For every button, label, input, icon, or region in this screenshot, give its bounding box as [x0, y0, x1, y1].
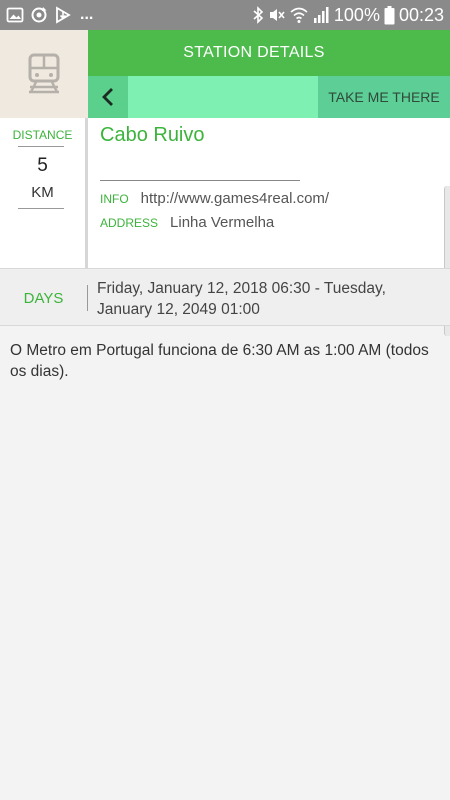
divider [18, 208, 64, 209]
chevron-left-icon [102, 88, 113, 106]
station-thumbnail [0, 30, 88, 118]
image-icon [6, 7, 24, 23]
mute-icon [269, 9, 285, 21]
notification-icons: ... [6, 6, 93, 24]
take-me-there-button[interactable]: TAKE ME THERE [318, 76, 450, 118]
train-icon [28, 53, 60, 94]
back-button[interactable] [88, 76, 128, 118]
address-label: ADDRESS [100, 216, 159, 230]
schedule-description: O Metro em Portugal funciona de 6:30 AM … [10, 342, 429, 380]
more-notifications: ... [80, 6, 94, 23]
status-bar: ... 100% 00:23 [0, 0, 450, 30]
distance-unit: KM [31, 184, 54, 201]
battery-icon [384, 5, 395, 24]
days-label: DAYS [23, 289, 64, 307]
nav-bar: TAKE ME THERE [88, 76, 450, 118]
address-row: ADDRESS Linha Vermelha [100, 214, 274, 231]
days-value: Friday, January 12, 2018 06:30 - Tuesday… [97, 280, 386, 318]
divider [18, 146, 64, 147]
clock: 00:23 [398, 4, 444, 25]
divider [100, 180, 300, 181]
page-title: STATION DETAILS [88, 30, 450, 76]
distance-panel: DISTANCE 5 KM [0, 118, 88, 268]
battery-percent: 100% [333, 4, 380, 25]
info-row: INFO http://www.games4real.com/ [100, 190, 329, 207]
signal-icon [313, 7, 329, 23]
info-label: INFO [100, 192, 129, 206]
bluetooth-icon [253, 6, 264, 24]
distance-value: 5 [37, 155, 48, 176]
address-value: Linha Vermelha [170, 214, 275, 231]
system-icons: 100% 00:23 [252, 5, 444, 25]
info-link[interactable]: http://www.games4real.com/ [141, 190, 329, 207]
station-details: Cabo Ruivo INFO http://www.games4real.co… [88, 118, 450, 336]
sync-icon [31, 7, 47, 23]
divider [87, 285, 88, 311]
station-name: Cabo Ruivo [100, 124, 205, 146]
download-icon [56, 6, 71, 24]
days-row: DAYS Friday, January 12, 2018 06:30 - Tu… [0, 268, 450, 326]
wifi-icon [290, 7, 308, 23]
distance-label: DISTANCE [12, 128, 73, 142]
